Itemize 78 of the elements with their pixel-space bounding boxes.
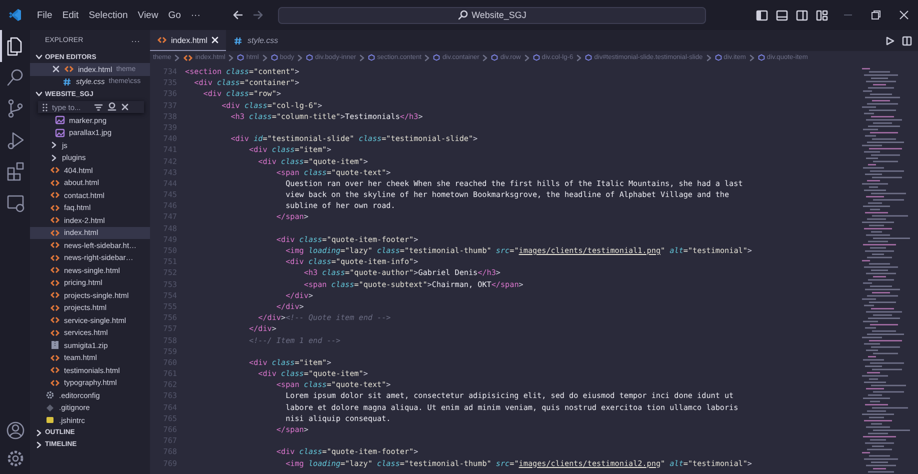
drag-handle-icon[interactable] [42, 102, 48, 112]
archive-file-icon [50, 340, 60, 350]
breadcrumb-separator-icon [173, 54, 182, 62]
extensions-icon[interactable] [4, 161, 26, 182]
cube-icon [433, 54, 440, 61]
layout-grid-icon[interactable] [816, 10, 828, 20]
breadcrumb-separator-icon [296, 54, 304, 62]
secondary-sidebar-icon[interactable] [796, 10, 808, 20]
html-file-icon [50, 365, 60, 376]
breadcrumb-separator-icon [423, 54, 432, 62]
breadcrumb-separator-icon [522, 54, 531, 62]
close-icon[interactable] [898, 9, 910, 21]
menu-item[interactable]: View [132, 10, 164, 20]
html-file-icon [50, 328, 60, 338]
breadcrumb-separator-icon [227, 54, 236, 62]
split-editor-icon[interactable] [902, 36, 912, 46]
cube-icon [237, 54, 244, 61]
account-icon[interactable] [4, 420, 26, 440]
html-file-icon [50, 228, 60, 238]
image-file-icon [55, 115, 65, 126]
breadcrumb-separator-icon [575, 54, 584, 62]
css-file-icon [62, 76, 72, 87]
breadcrumb-separator-icon [358, 54, 366, 62]
cube-icon [368, 54, 376, 61]
html-file-icon [64, 64, 74, 74]
more-actions-button[interactable]: ··· [131, 36, 140, 46]
close-icon[interactable] [52, 65, 60, 74]
html-file-icon [50, 352, 60, 363]
html-file-icon [50, 202, 60, 213]
css-file-icon [233, 36, 244, 46]
menu-item[interactable]: Selection [84, 10, 133, 20]
html-file-icon [50, 278, 60, 288]
menu-item[interactable]: File [32, 10, 58, 20]
diamond-icon [45, 402, 55, 413]
cube-icon [532, 54, 540, 61]
breadcrumb-separator-icon [748, 54, 756, 62]
run-icon[interactable] [885, 36, 895, 46]
cube-icon [270, 54, 278, 61]
cube-icon [585, 54, 592, 61]
back-arrow-icon[interactable] [232, 9, 244, 21]
breadcrumb-separator-icon [481, 54, 490, 62]
html-file-icon [50, 165, 60, 176]
menu-item[interactable]: ··· [186, 10, 206, 20]
html-file-icon [50, 215, 60, 226]
html-file-icon [50, 290, 60, 300]
menu-item[interactable]: Go [163, 10, 186, 20]
editor-tab[interactable]: index.html [150, 30, 226, 51]
restore-icon[interactable] [870, 9, 882, 21]
breadcrumb-separator-icon [704, 54, 713, 62]
html-file-icon [50, 315, 60, 326]
panel-toggle-icon[interactable] [776, 10, 788, 20]
minimap[interactable] [860, 68, 910, 474]
html-file-icon [157, 35, 167, 45]
html-file-icon [183, 52, 194, 62]
cube-icon [758, 54, 765, 61]
filter-icon[interactable] [94, 102, 103, 112]
html-file-icon [50, 302, 60, 313]
remote-explorer-icon[interactable] [4, 192, 26, 214]
html-file-icon [50, 378, 60, 388]
html-file-icon [50, 265, 60, 276]
breadcrumb-separator-icon [260, 54, 269, 62]
cube-icon [714, 54, 722, 61]
editor-tab[interactable]: style.css [226, 30, 286, 51]
html-file-icon [50, 240, 60, 250]
sidebar-toggle-icon[interactable] [756, 10, 768, 20]
html-file-icon [50, 252, 60, 263]
image-file-icon [55, 128, 65, 138]
command-search-field[interactable]: Website_SGJ [278, 6, 706, 24]
html-file-icon [50, 190, 60, 200]
cube-icon [491, 54, 498, 61]
close-icon[interactable] [121, 103, 129, 111]
editor-logo [8, 8, 22, 22]
gear-icon [45, 390, 55, 400]
menu-item[interactable]: Edit [57, 10, 84, 20]
forward-arrow-icon[interactable] [252, 9, 264, 21]
js-file-icon [45, 415, 55, 426]
html-file-icon [50, 178, 60, 188]
cube-icon [306, 54, 314, 61]
